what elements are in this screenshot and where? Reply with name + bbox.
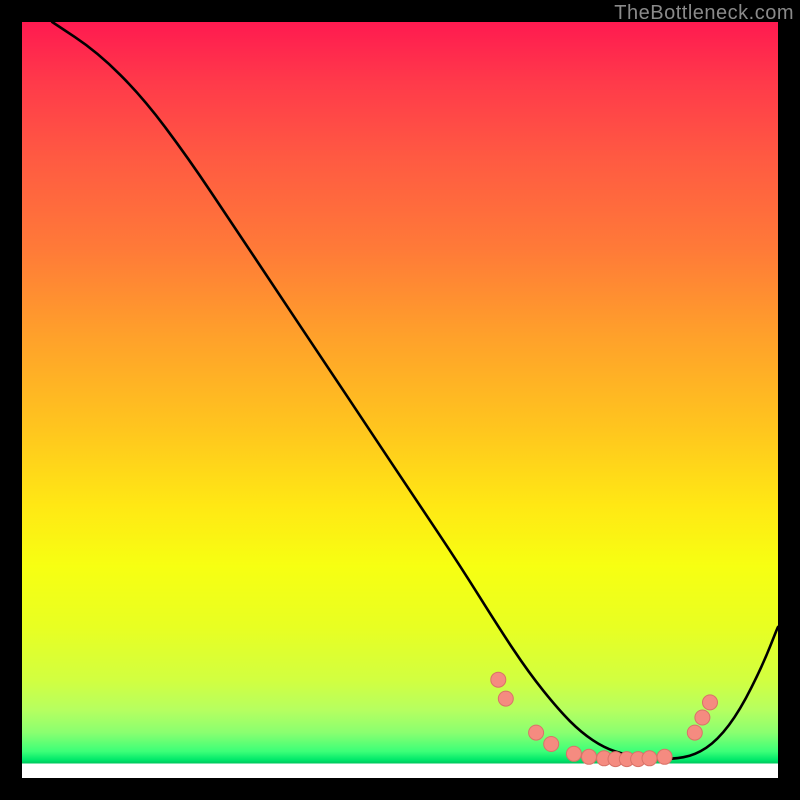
chart-frame: TheBottleneck.com <box>0 0 800 800</box>
curve-dot <box>566 746 581 761</box>
chart-svg <box>22 22 778 778</box>
curve-dot <box>544 737 559 752</box>
curve-dot <box>642 751 657 766</box>
watermark-text: TheBottleneck.com <box>614 2 794 25</box>
curve-dot <box>529 725 544 740</box>
curve-dot <box>498 691 513 706</box>
curve-path <box>52 22 778 759</box>
curve-dot <box>657 749 672 764</box>
curve-dot <box>582 749 597 764</box>
curve-dot <box>491 672 506 687</box>
curve-dot <box>687 725 702 740</box>
curve-dot <box>695 710 710 725</box>
dot-layer <box>491 672 718 766</box>
curve-dot <box>703 695 718 710</box>
